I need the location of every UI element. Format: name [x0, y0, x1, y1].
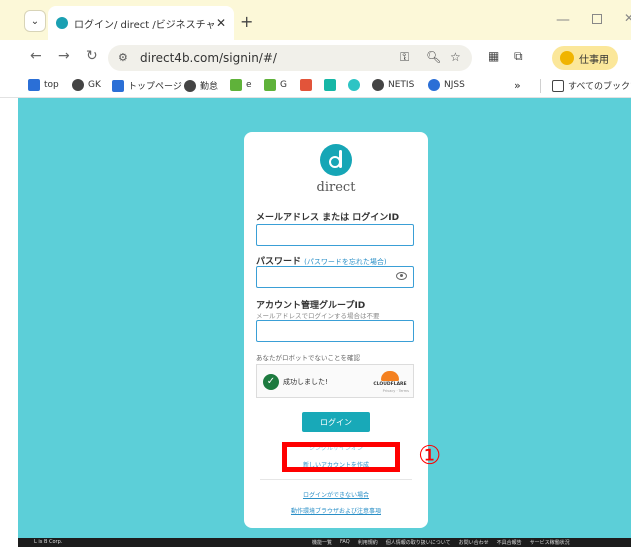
footer-link-faq[interactable]: FAQ — [340, 539, 350, 546]
browser-tab-bar: ⌄ ログイン/ direct /ビジネスチャット | d ✕ + — ✕ — [0, 0, 631, 40]
account-group-hint: メールアドレスでログインする場合は不要 — [256, 312, 380, 320]
captcha-widget[interactable]: ✓ 成功しました! CLOUDFLARE Privacy · Terms — [256, 364, 414, 398]
direct-favicon-icon — [56, 17, 68, 29]
email-label: メールアドレス または ログインID — [256, 213, 400, 223]
bookmark-njss[interactable]: NJSS — [428, 79, 465, 91]
all-bookmarks-folder[interactable]: すべてのブックマーク — [552, 79, 631, 92]
browser-tab-active[interactable]: ログイン/ direct /ビジネスチャット | d ✕ — [48, 6, 234, 40]
footer-link-contact[interactable]: お問い合わせ — [459, 539, 489, 546]
bookmark-njss-icon — [428, 79, 440, 91]
divider — [260, 479, 412, 480]
bookmarks-bar: top GK トップページ 勤怠 e G NETIS NJSS » すべてのブッ… — [0, 74, 631, 98]
back-arrow-icon[interactable]: ← — [30, 48, 42, 64]
logo-text: direct — [316, 180, 356, 195]
bookmark-netis-icon — [372, 79, 384, 91]
forward-arrow-icon[interactable]: → — [58, 48, 70, 64]
bookmark-app-icon — [300, 79, 312, 91]
direct-logo-icon — [320, 144, 352, 176]
bookmark-g[interactable]: G — [264, 79, 287, 91]
extensions-icon[interactable]: ⧉ — [514, 49, 523, 64]
footer-links: 機能一覧 FAQ 利用規約 個人情報の取り扱いについて お問い合わせ 不具合報告… — [312, 539, 570, 546]
zoom-icon[interactable]: 🔍︎ — [426, 50, 441, 64]
bookmark-top[interactable]: top — [28, 79, 59, 91]
footer-link-terms[interactable]: 利用規約 — [358, 539, 378, 546]
forgot-password-link[interactable]: (パスワードを忘れた場合) — [304, 258, 386, 266]
browser-toolbar: ← → ↻ ⚙ direct4b.com/signin/#/ ⚿ 🔍︎ ☆ ▦ … — [0, 40, 631, 74]
new-tab-button[interactable]: + — [240, 12, 253, 31]
annotation-callout-number: ① — [418, 441, 442, 471]
bookmark-overflow-button[interactable]: » — [514, 79, 521, 92]
bookmark-e-icon — [230, 79, 242, 91]
robot-check-note: あなたがロボットでないことを確認 — [256, 354, 360, 362]
window-close-icon[interactable]: ✕ — [624, 11, 631, 25]
cloudflare-brand: CLOUDFLARE — [373, 382, 407, 387]
footer-link-status[interactable]: サービス稼働状況 — [530, 539, 570, 546]
bookmark-toppage[interactable]: トップページ — [112, 79, 182, 92]
bookmark-gk-icon — [72, 79, 84, 91]
reload-icon[interactable]: ↻ — [86, 48, 98, 64]
bookmark-separator — [540, 79, 541, 93]
bookmark-top-icon — [28, 79, 40, 91]
bookmark-app-icon — [324, 79, 336, 91]
profile-label: 仕事用 — [579, 54, 609, 66]
profile-avatar — [560, 51, 574, 65]
cloud-icon — [381, 371, 399, 381]
footer-link-bug-report[interactable]: 不具合報告 — [497, 539, 522, 546]
qr-code-icon[interactable]: ▦ — [488, 49, 499, 63]
bookmark-red-app[interactable] — [300, 79, 316, 91]
bookmark-netis[interactable]: NETIS — [372, 79, 414, 91]
profile-button[interactable]: 仕事用 — [552, 46, 618, 70]
url-text[interactable]: direct4b.com/signin/#/ — [140, 51, 277, 65]
bookmark-e[interactable]: e — [230, 79, 252, 91]
tab-close-icon[interactable]: ✕ — [216, 16, 226, 30]
footer-link-features[interactable]: 機能一覧 — [312, 539, 332, 546]
bookmark-teal-app[interactable] — [324, 79, 340, 91]
password-field[interactable] — [256, 266, 414, 288]
annotation-highlight-box — [282, 442, 400, 472]
check-icon: ✓ — [263, 374, 279, 390]
login-button[interactable]: ログイン — [302, 412, 370, 432]
tab-search-button[interactable]: ⌄ — [24, 10, 46, 32]
window-minimize-icon[interactable]: — — [556, 12, 570, 28]
bookmark-star-icon[interactable]: ☆ — [450, 50, 461, 64]
cloudflare-logo: CLOUDFLARE Privacy · Terms — [371, 369, 409, 395]
bookmark-g-icon — [264, 79, 276, 91]
show-password-icon[interactable] — [396, 272, 407, 280]
bookmark-gk[interactable]: GK — [72, 79, 101, 91]
email-field[interactable] — [256, 224, 414, 246]
folder-icon — [552, 79, 564, 92]
bookmark-app-icon — [348, 79, 360, 91]
captcha-links[interactable]: Privacy · Terms — [371, 389, 409, 393]
tab-title: ログイン/ direct /ビジネスチャット | d — [74, 19, 214, 31]
environment-notes-link[interactable]: 動作環境ブラウザおよび注意事項 — [244, 506, 428, 515]
bookmark-kintai[interactable]: 勤怠 — [184, 79, 218, 92]
account-group-field[interactable] — [256, 320, 414, 342]
cant-login-link[interactable]: ログインができない場合 — [244, 490, 428, 499]
page-background: direct メールアドレス または ログインID パスワード (パスワードを忘… — [18, 98, 631, 538]
bookmark-kintai-icon — [184, 79, 196, 92]
bookmark-toppage-icon — [112, 79, 124, 92]
bookmark-chat-app[interactable] — [348, 79, 364, 91]
footer-link-privacy[interactable]: 個人情報の取り扱いについて — [386, 539, 451, 546]
footer-copyright: L is B Corp. — [34, 539, 63, 545]
password-key-icon[interactable]: ⚿ — [400, 50, 409, 65]
address-bar[interactable]: ⚙ direct4b.com/signin/#/ ⚿ 🔍︎ ☆ — [108, 45, 472, 71]
window-maximize-icon[interactable] — [592, 14, 602, 24]
captcha-success-text: 成功しました! — [283, 378, 328, 386]
page-footer: L is B Corp. 機能一覧 FAQ 利用規約 個人情報の取り扱いについて… — [18, 538, 631, 547]
site-info-icon[interactable]: ⚙ — [118, 51, 128, 64]
